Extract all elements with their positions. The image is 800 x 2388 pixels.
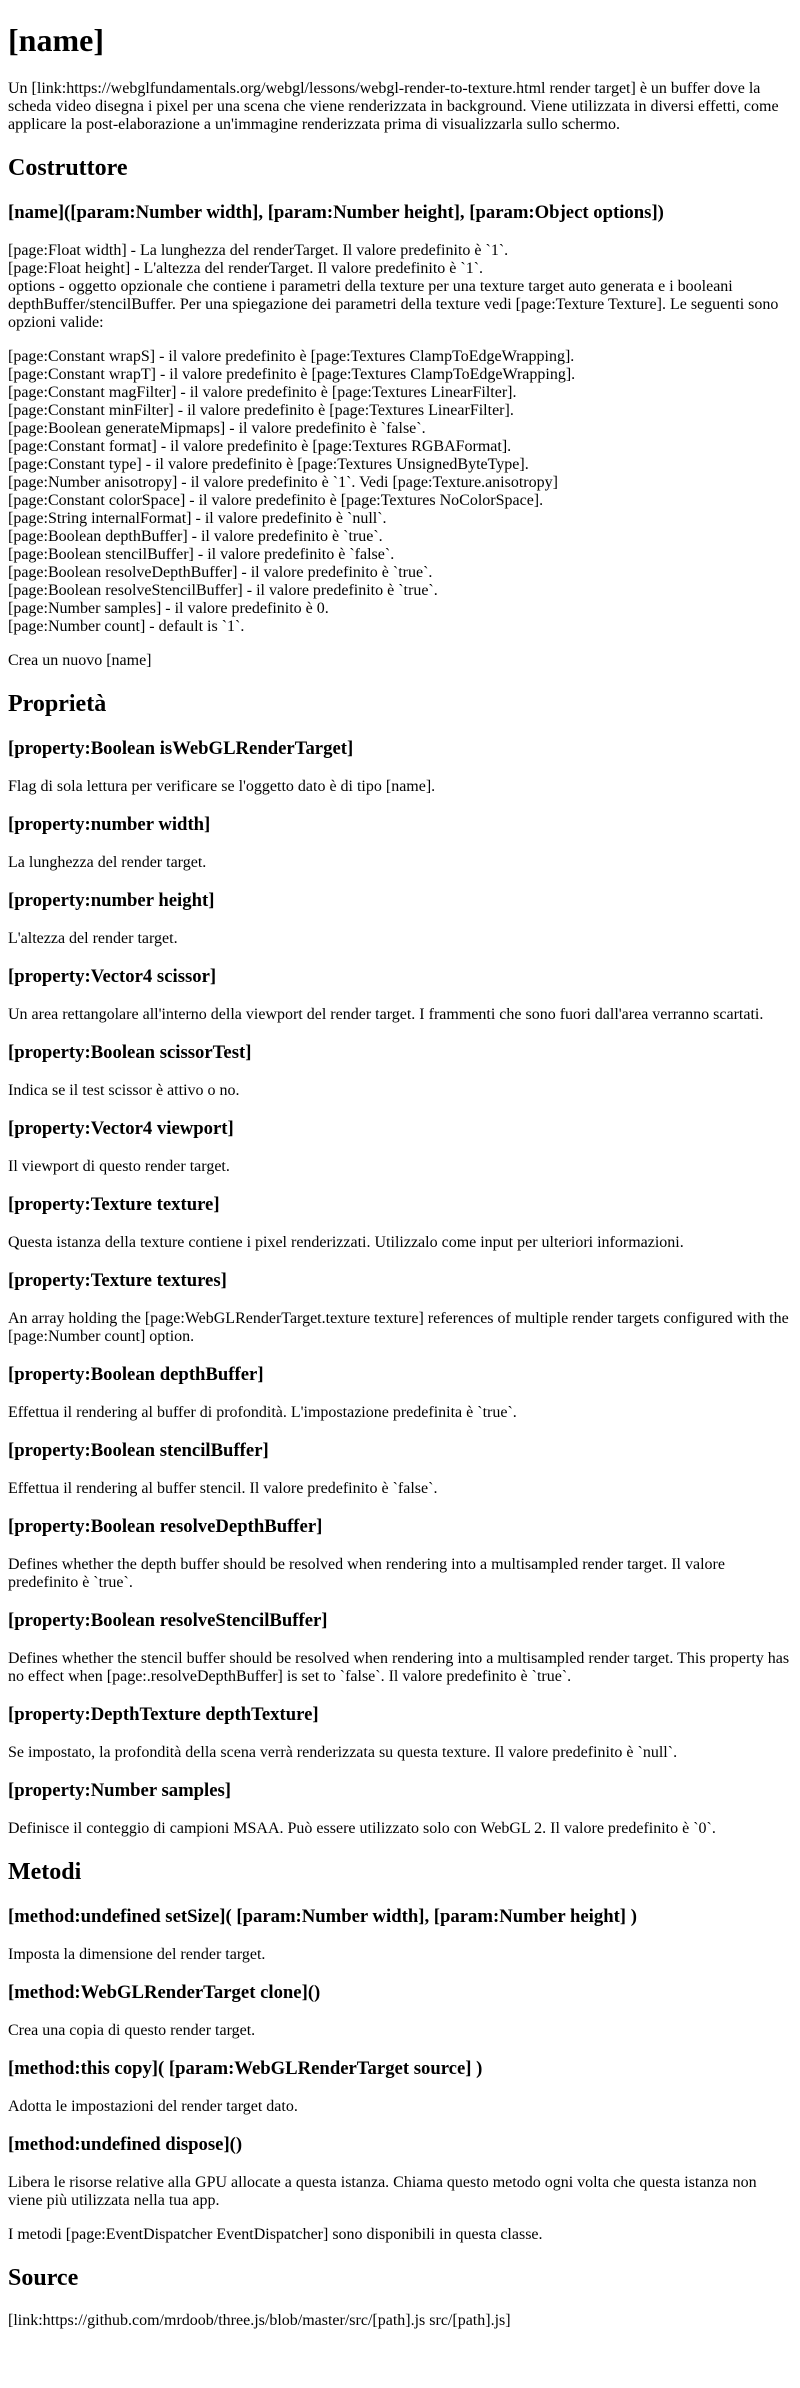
property-name: [property:Number samples] bbox=[8, 1780, 232, 1801]
constructor-options-list: [page:Constant wrapS] - il valore predef… bbox=[8, 348, 792, 636]
property-description: La lunghezza del render target. bbox=[8, 854, 207, 871]
method-description: Imposta la dimensione del render target. bbox=[8, 1946, 266, 1963]
param-width: [page:Float width] - La lunghezza del re… bbox=[8, 242, 509, 259]
properties-list: [property:Boolean isWebGLRenderTarget] Fl… bbox=[8, 738, 792, 1838]
option-item: [page:Boolean depthBuffer] - il valore p… bbox=[8, 528, 383, 545]
document-page: [name] Un [link:https://webglfundamental… bbox=[0, 0, 800, 2330]
constructor-signature: [name]([param:Number width], [param:Numb… bbox=[8, 202, 664, 223]
property-name: [property:Vector4 viewport] bbox=[8, 1118, 234, 1139]
constructor-params: [page:Float width] - La lunghezza del re… bbox=[8, 242, 792, 332]
option-item: [page:Constant minFilter] - il valore pr… bbox=[8, 402, 514, 419]
option-item: [page:Boolean generateMipmaps] - il valo… bbox=[8, 420, 426, 437]
option-item: [page:Boolean resolveStencilBuffer] - il… bbox=[8, 582, 438, 599]
property-description: Defines whether the depth buffer should … bbox=[8, 1556, 725, 1591]
property-name: [property:Boolean isWebGLRenderTarget] bbox=[8, 738, 354, 759]
option-item: [page:Constant colorSpace] - il valore p… bbox=[8, 492, 544, 509]
param-options: options - oggetto opzionale che contiene… bbox=[8, 278, 779, 331]
property-description: Il viewport di questo render target. bbox=[8, 1158, 230, 1175]
methods-heading: Metodi bbox=[8, 1859, 82, 1885]
property-description: L'altezza del render target. bbox=[8, 930, 178, 947]
property-name: [property:Texture texture] bbox=[8, 1194, 220, 1215]
source-link-text: [link:https://github.com/mrdoob/three.js… bbox=[8, 2312, 511, 2329]
option-item: [page:Boolean resolveDepthBuffer] - il v… bbox=[8, 564, 433, 581]
property-name: [property:Boolean stencilBuffer] bbox=[8, 1440, 269, 1461]
option-item: [page:Number anisotropy] - il valore pre… bbox=[8, 474, 558, 491]
method-name: [method:WebGLRenderTarget clone]() bbox=[8, 1982, 321, 2003]
property-description: An array holding the [page:WebGLRenderTa… bbox=[8, 1310, 789, 1345]
intro-paragraph: Un [link:https://webglfundamentals.org/w… bbox=[8, 80, 779, 133]
constructor-footer: Crea un nuovo [name] bbox=[8, 652, 152, 669]
property-name: [property:number width] bbox=[8, 814, 211, 835]
property-name: [property:Boolean resolveStencilBuffer] bbox=[8, 1610, 328, 1631]
property-name: [property:DepthTexture depthTexture] bbox=[8, 1704, 319, 1725]
methods-list: [method:undefined setSize]( [param:Numbe… bbox=[8, 1906, 792, 2210]
property-description: Effettua il rendering al buffer stencil.… bbox=[8, 1480, 438, 1497]
properties-heading: Proprietà bbox=[8, 691, 107, 717]
method-name: [method:this copy]( [param:WebGLRenderTa… bbox=[8, 2058, 483, 2079]
option-item: [page:Boolean stencilBuffer] - il valore… bbox=[8, 546, 395, 563]
option-item: [page:Constant wrapT] - il valore predef… bbox=[8, 366, 576, 383]
property-description: Defines whether the stencil buffer shoul… bbox=[8, 1650, 790, 1685]
property-name: [property:Boolean depthBuffer] bbox=[8, 1364, 264, 1385]
method-description: Adotta le impostazioni del render target… bbox=[8, 2098, 298, 2115]
constructor-heading: Costruttore bbox=[8, 155, 128, 181]
option-item: [page:String internalFormat] - il valore… bbox=[8, 510, 387, 527]
option-item: [page:Constant type] - il valore predefi… bbox=[8, 456, 529, 473]
property-description: Flag di sola lettura per verificare se l… bbox=[8, 778, 436, 795]
option-item: [page:Constant format] - il valore prede… bbox=[8, 438, 512, 455]
property-name: [property:Boolean scissorTest] bbox=[8, 1042, 252, 1063]
option-item: [page:Number samples] - il valore predef… bbox=[8, 600, 329, 617]
option-item: [page:Number count] - default is `1`. bbox=[8, 618, 245, 635]
property-name: [property:number height] bbox=[8, 890, 215, 911]
property-description: Se impostato, la profondità della scena … bbox=[8, 1744, 678, 1761]
method-name: [method:undefined setSize]( [param:Numbe… bbox=[8, 1906, 637, 1927]
property-description: Questa istanza della texture contiene i … bbox=[8, 1234, 684, 1251]
option-item: [page:Constant wrapS] - il valore predef… bbox=[8, 348, 575, 365]
property-name: [property:Boolean resolveDepthBuffer] bbox=[8, 1516, 323, 1537]
param-height: [page:Float height] - L'altezza del rend… bbox=[8, 260, 484, 277]
property-name: [property:Vector4 scissor] bbox=[8, 966, 217, 987]
page-title: [name] bbox=[8, 22, 104, 58]
property-name: [property:Texture textures] bbox=[8, 1270, 227, 1291]
option-item: [page:Constant magFilter] - il valore pr… bbox=[8, 384, 517, 401]
method-description: Libera le risorse relative alla GPU allo… bbox=[8, 2174, 757, 2209]
methods-footer: I metodi [page:EventDispatcher EventDisp… bbox=[8, 2226, 543, 2243]
property-description: Effettua il rendering al buffer di profo… bbox=[8, 1404, 517, 1421]
source-heading: Source bbox=[8, 2265, 79, 2291]
property-description: Definisce il conteggio di campioni MSAA.… bbox=[8, 1820, 716, 1837]
property-description: Indica se il test scissor è attivo o no. bbox=[8, 1082, 240, 1099]
method-name: [method:undefined dispose]() bbox=[8, 2134, 243, 2155]
property-description: Un area rettangolare all'interno della v… bbox=[8, 1006, 764, 1023]
method-description: Crea una copia di questo render target. bbox=[8, 2022, 256, 2039]
